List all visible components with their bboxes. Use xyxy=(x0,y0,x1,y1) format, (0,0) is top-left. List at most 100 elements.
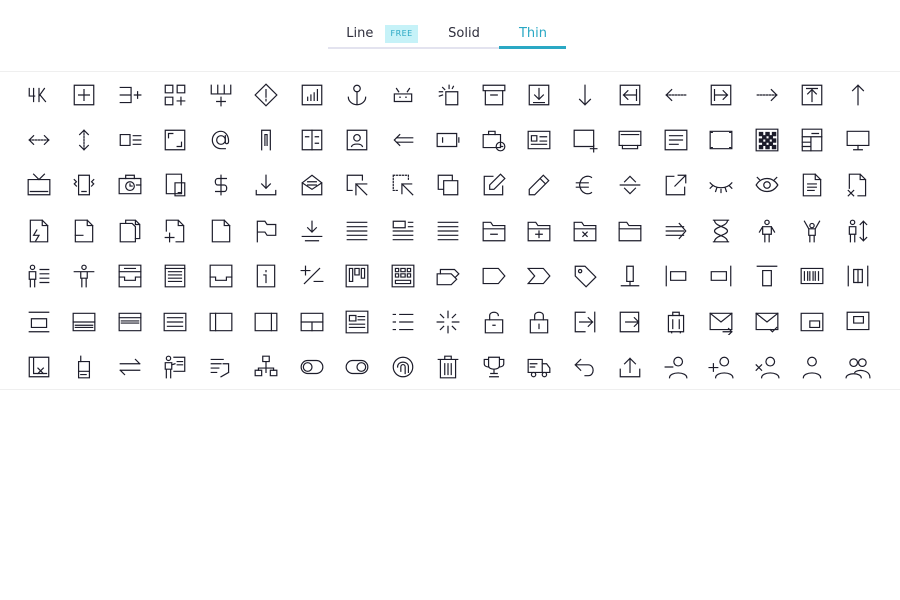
folder-x-icon[interactable] xyxy=(562,208,608,253)
camera-clock-icon[interactable] xyxy=(107,163,153,208)
text-document-icon[interactable] xyxy=(653,117,699,162)
user-minus-icon[interactable] xyxy=(653,344,699,389)
4k-icon[interactable] xyxy=(16,72,62,117)
align-bottom-bar-icon[interactable] xyxy=(16,299,62,344)
eye-closed-icon[interactable] xyxy=(699,163,745,208)
download-line-icon[interactable] xyxy=(289,208,335,253)
person-arrows-icon[interactable] xyxy=(835,208,881,253)
kanban-icon[interactable] xyxy=(335,254,381,299)
upload-icon[interactable] xyxy=(608,344,654,389)
layout-left-icon[interactable] xyxy=(198,299,244,344)
layout-bottom-icon[interactable] xyxy=(62,299,108,344)
mail-check-icon[interactable] xyxy=(744,299,790,344)
id-card-icon[interactable] xyxy=(517,117,563,162)
pencil-icon[interactable] xyxy=(517,163,563,208)
user-x-icon[interactable] xyxy=(744,344,790,389)
expand-vertical-icon[interactable] xyxy=(608,163,654,208)
arrow-left-double-icon[interactable] xyxy=(380,117,426,162)
presentation-icon[interactable] xyxy=(153,344,199,389)
arrow-up-icon[interactable] xyxy=(835,72,881,117)
arrow-up-box-icon[interactable] xyxy=(790,72,836,117)
rectangle-icon[interactable] xyxy=(699,117,745,162)
at-sign-icon[interactable] xyxy=(198,117,244,162)
calculator-icon[interactable] xyxy=(790,117,836,162)
folder-icon[interactable] xyxy=(608,208,654,253)
arrow-right-lines-icon[interactable] xyxy=(653,208,699,253)
mobile-icon[interactable] xyxy=(62,344,108,389)
hourglass-icon[interactable] xyxy=(699,208,745,253)
text-return-icon[interactable] xyxy=(198,344,244,389)
external-link-icon[interactable] xyxy=(653,163,699,208)
person-stand-icon[interactable] xyxy=(62,254,108,299)
arrows-vertical-icon[interactable] xyxy=(62,117,108,162)
logout-icon[interactable] xyxy=(608,299,654,344)
login-icon[interactable] xyxy=(562,299,608,344)
layout-right-icon[interactable] xyxy=(244,299,290,344)
newsletter-icon[interactable] xyxy=(335,299,381,344)
network-icon[interactable] xyxy=(244,344,290,389)
devices-icon[interactable] xyxy=(153,163,199,208)
align-center-bars-icon[interactable] xyxy=(835,254,881,299)
users-icon[interactable] xyxy=(835,344,881,389)
newspaper-icon[interactable] xyxy=(153,254,199,299)
dotted-cursor-icon[interactable] xyxy=(380,163,426,208)
trophy-icon[interactable] xyxy=(471,344,517,389)
tag-pentagon-icon[interactable] xyxy=(471,254,517,299)
alert-diamond-icon[interactable] xyxy=(244,72,290,117)
toggle-on-icon[interactable] xyxy=(335,344,381,389)
info-box-icon[interactable] xyxy=(244,254,290,299)
user-add-icon[interactable] xyxy=(699,344,745,389)
barcode-icon[interactable] xyxy=(790,254,836,299)
list-lines-icon[interactable] xyxy=(153,299,199,344)
tv-icon[interactable] xyxy=(16,163,62,208)
files-icon[interactable] xyxy=(107,208,153,253)
plus-minus-icon[interactable] xyxy=(289,254,335,299)
add-list-icon[interactable] xyxy=(107,72,153,117)
text-lines-icon[interactable] xyxy=(335,208,381,253)
arrow-left-box-icon[interactable] xyxy=(608,72,654,117)
eye-icon[interactable] xyxy=(744,163,790,208)
archive-box-icon[interactable] xyxy=(471,72,517,117)
trash-icon[interactable] xyxy=(426,344,472,389)
anchor-icon[interactable] xyxy=(335,72,381,117)
flag-icon[interactable] xyxy=(244,208,290,253)
file-lightning-icon[interactable] xyxy=(16,208,62,253)
layout-columns-icon[interactable] xyxy=(289,117,335,162)
fingerprint-icon[interactable] xyxy=(380,344,426,389)
arrow-down-box-icon[interactable] xyxy=(517,72,563,117)
toggle-off-icon[interactable] xyxy=(289,344,335,389)
person-list-icon[interactable] xyxy=(16,254,62,299)
text-align-icon[interactable] xyxy=(426,208,472,253)
layout-split-icon[interactable] xyxy=(289,299,335,344)
attachment-icon[interactable] xyxy=(244,117,290,162)
file-add-icon[interactable] xyxy=(153,208,199,253)
folder-minus-icon[interactable] xyxy=(471,208,517,253)
add-column-icon[interactable] xyxy=(198,72,244,117)
person-arms-up-icon[interactable] xyxy=(790,208,836,253)
folder-add-icon[interactable] xyxy=(517,208,563,253)
lamp-icon[interactable] xyxy=(608,254,654,299)
truck-icon[interactable] xyxy=(517,344,563,389)
user-icon[interactable] xyxy=(790,344,836,389)
keyboard-icon[interactable] xyxy=(380,254,426,299)
download-tray-icon[interactable] xyxy=(244,163,290,208)
arrows-swap-icon[interactable] xyxy=(107,344,153,389)
arrow-right-box-icon[interactable] xyxy=(699,72,745,117)
briefcase-clock-icon[interactable] xyxy=(471,117,517,162)
align-left-bar-icon[interactable] xyxy=(653,254,699,299)
desktop-icon[interactable] xyxy=(835,117,881,162)
text-block-icon[interactable] xyxy=(380,208,426,253)
layout-top-icon[interactable] xyxy=(107,299,153,344)
arrow-left-dotted-icon[interactable] xyxy=(653,72,699,117)
luggage-icon[interactable] xyxy=(653,299,699,344)
arrows-horizontal-icon[interactable] xyxy=(16,117,62,162)
tab-thin[interactable]: Thin xyxy=(507,22,559,49)
arrow-down-icon[interactable] xyxy=(562,72,608,117)
file-text-icon[interactable] xyxy=(790,163,836,208)
lock-open-icon[interactable] xyxy=(471,299,517,344)
labels-icon[interactable] xyxy=(426,254,472,299)
phone-vibrate-icon[interactable] xyxy=(62,163,108,208)
battery-icon[interactable] xyxy=(426,117,472,162)
window-icon[interactable] xyxy=(835,299,881,344)
note-x-icon[interactable] xyxy=(16,344,62,389)
